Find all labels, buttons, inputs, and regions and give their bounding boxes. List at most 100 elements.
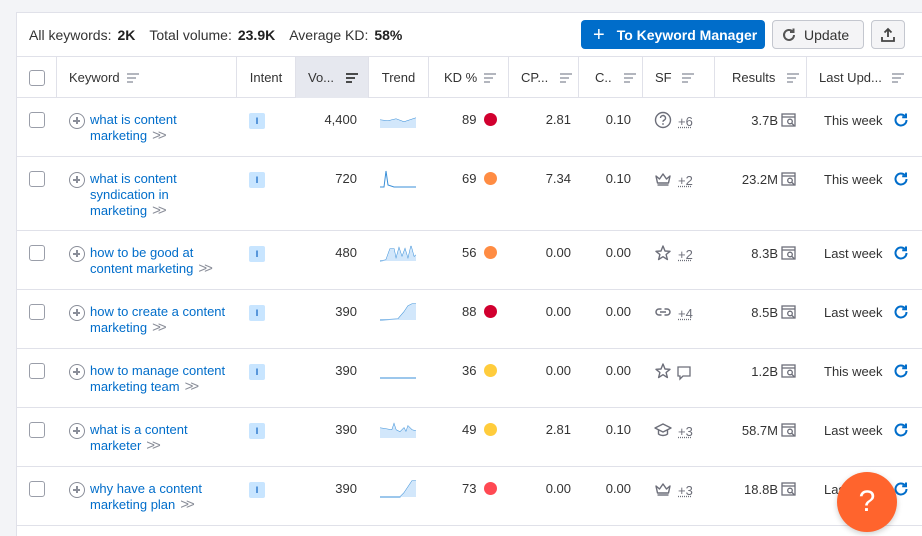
serp-features-more[interactable]: +2	[678, 247, 693, 262]
keyword-line[interactable]: marketing	[90, 203, 147, 218]
to-keyword-manager-button[interactable]: + To Keyword Manager	[581, 20, 765, 49]
row-checkbox[interactable]	[29, 112, 45, 128]
keyword-details-chevron-icon[interactable]: >>	[152, 319, 164, 336]
column-com[interactable]: C..	[579, 57, 643, 98]
results-value: 18.8B	[744, 482, 778, 497]
refresh-row-icon[interactable]	[893, 304, 909, 320]
keyword-line[interactable]: marketing team	[90, 379, 180, 394]
kd-value: 88	[462, 304, 476, 319]
keyword-line[interactable]: what is a content	[90, 422, 188, 437]
column-volume[interactable]: Vo...	[296, 57, 369, 98]
keyword-line[interactable]: content marketing	[90, 261, 193, 276]
column-cpc[interactable]: CP...	[509, 57, 579, 98]
volume-value: 4,400	[296, 112, 357, 127]
crown-icon[interactable]	[654, 170, 672, 191]
keyword-details-chevron-icon[interactable]: >>	[185, 378, 197, 395]
serp-snapshot-icon[interactable]	[781, 304, 797, 320]
serp-snapshot-icon[interactable]	[781, 422, 797, 438]
keyword-line[interactable]: how to be good at	[90, 245, 193, 260]
column-keyword[interactable]: Keyword	[57, 57, 237, 98]
column-sf[interactable]: SF	[643, 57, 715, 98]
row-checkbox[interactable]	[29, 171, 45, 187]
keywords-table: Keyword Intent Vo... Trend KD % CP... C.…	[17, 56, 922, 526]
serp-features-more[interactable]: +6	[678, 114, 693, 129]
keyword-link[interactable]: what is content marketing >>	[90, 112, 177, 144]
refresh-row-icon[interactable]	[893, 245, 909, 261]
sort-icon	[682, 73, 694, 83]
add-keyword-icon[interactable]	[69, 246, 85, 262]
refresh-row-icon[interactable]	[893, 171, 909, 187]
update-button[interactable]: Update	[772, 20, 864, 49]
export-button[interactable]	[871, 20, 905, 49]
add-keyword-icon[interactable]	[69, 305, 85, 321]
column-results[interactable]: Results	[715, 57, 807, 98]
keyword-line[interactable]: how to manage content	[90, 363, 225, 378]
add-keyword-icon[interactable]	[69, 172, 85, 188]
grad-cap-icon[interactable]	[654, 421, 672, 442]
keyword-line[interactable]: how to create a content	[90, 304, 225, 319]
row-checkbox[interactable]	[29, 422, 45, 438]
help-button[interactable]: ?	[837, 472, 897, 532]
refresh-row-icon[interactable]	[893, 422, 909, 438]
column-trend[interactable]: Trend	[369, 57, 429, 98]
keyword-line[interactable]: what is content	[90, 171, 177, 186]
star-icon[interactable]	[654, 244, 672, 265]
link-icon[interactable]	[654, 303, 672, 324]
keyword-link[interactable]: what is a content marketer >>	[90, 422, 188, 454]
column-kd[interactable]: KD %	[429, 57, 509, 98]
serp-snapshot-icon[interactable]	[781, 481, 797, 497]
serp-features-more[interactable]: +3	[678, 424, 693, 439]
row-checkbox[interactable]	[29, 363, 45, 379]
keyword-details-chevron-icon[interactable]: >>	[146, 437, 158, 454]
keyword-details-chevron-icon[interactable]: >>	[198, 260, 210, 277]
row-checkbox[interactable]	[29, 481, 45, 497]
serp-features-more[interactable]: +2	[678, 173, 693, 188]
keyword-details-chevron-icon[interactable]: >>	[180, 496, 192, 513]
column-volume-label: Vo...	[308, 70, 334, 85]
keyword-line[interactable]: marketing	[90, 320, 147, 335]
keyword-link[interactable]: why have a content marketing plan >>	[90, 481, 202, 513]
keyword-line[interactable]: why have a content	[90, 481, 202, 496]
serp-features-more[interactable]: +3	[678, 483, 693, 498]
keyword-details-chevron-icon[interactable]: >>	[152, 127, 164, 144]
column-intent[interactable]: Intent	[237, 57, 296, 98]
select-all-checkbox[interactable]	[29, 70, 45, 86]
crown-icon[interactable]	[654, 480, 672, 501]
refresh-row-icon[interactable]	[893, 112, 909, 128]
keyword-link[interactable]: how to manage content marketing team >>	[90, 363, 225, 395]
cpc-value: 0.00	[509, 245, 571, 260]
row-checkbox[interactable]	[29, 245, 45, 261]
keyword-link[interactable]: what is content syndication in marketing >>	[90, 171, 177, 219]
keyword-line[interactable]: what is content	[90, 112, 177, 127]
add-keyword-icon[interactable]	[69, 423, 85, 439]
keyword-line[interactable]: syndication in	[90, 187, 169, 202]
trend-sparkline	[380, 420, 416, 440]
keyword-line[interactable]: marketing plan	[90, 497, 175, 512]
keyword-line[interactable]: marketing	[90, 128, 147, 143]
cpc-value: 0.00	[509, 481, 571, 496]
cpc-value: 7.34	[509, 171, 571, 186]
refresh-row-icon[interactable]	[893, 363, 909, 379]
sort-icon	[127, 73, 139, 83]
serp-snapshot-icon[interactable]	[781, 245, 797, 261]
column-results-label: Results	[732, 70, 775, 85]
keyword-line[interactable]: marketer	[90, 438, 141, 453]
keyword-link[interactable]: how to be good at content marketing >>	[90, 245, 210, 277]
table-header: Keyword Intent Vo... Trend KD % CP... C.…	[17, 56, 922, 98]
competition-value: 0.00	[579, 245, 631, 260]
star-icon[interactable]	[654, 362, 672, 383]
serp-snapshot-icon[interactable]	[781, 171, 797, 187]
serp-snapshot-icon[interactable]	[781, 363, 797, 379]
column-last-updated[interactable]: Last Upd...	[807, 57, 922, 98]
serp-features-more[interactable]: +4	[678, 306, 693, 321]
add-keyword-icon[interactable]	[69, 364, 85, 380]
serp-snapshot-icon[interactable]	[781, 112, 797, 128]
add-keyword-icon[interactable]	[69, 482, 85, 498]
results-value: 3.7B	[751, 113, 778, 128]
add-keyword-icon[interactable]	[69, 113, 85, 129]
question-icon[interactable]	[654, 111, 672, 132]
row-checkbox[interactable]	[29, 304, 45, 320]
kd-difficulty-dot	[484, 113, 497, 126]
keyword-link[interactable]: how to create a content marketing >>	[90, 304, 225, 336]
keyword-details-chevron-icon[interactable]: >>	[152, 202, 164, 219]
